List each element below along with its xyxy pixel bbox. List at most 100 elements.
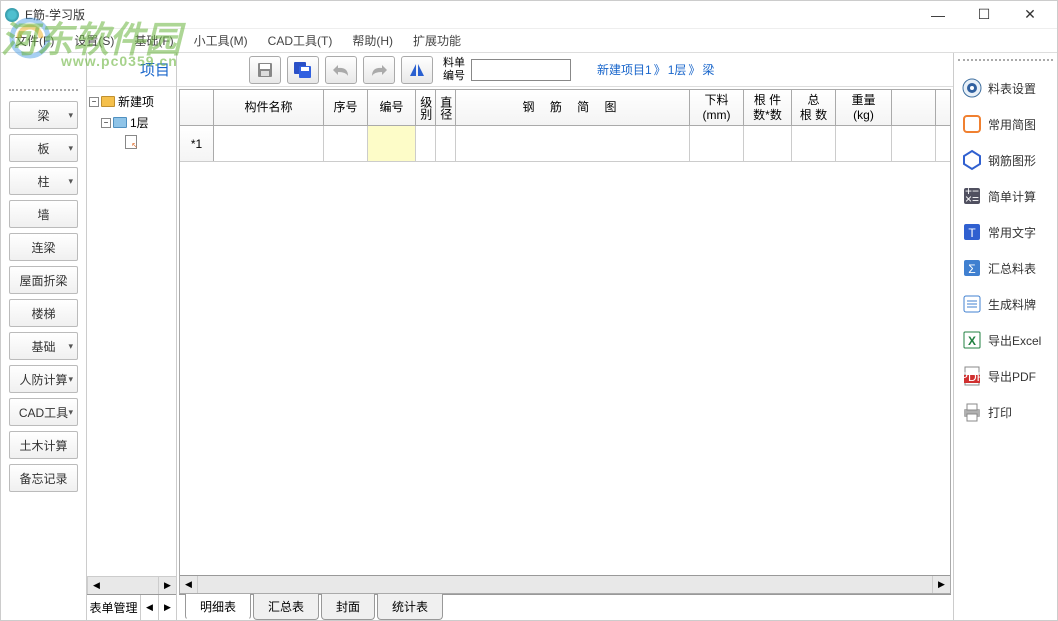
- category-button-5[interactable]: 屋面折梁: [9, 266, 78, 294]
- action-print[interactable]: 打印: [958, 397, 1053, 427]
- col-total[interactable]: 总 根 数: [792, 90, 836, 125]
- category-button-8[interactable]: 人防计算: [9, 365, 78, 393]
- svg-text:T: T: [968, 226, 976, 240]
- col-weight[interactable]: 重量 (kg): [836, 90, 892, 125]
- action-excel[interactable]: X导出Excel: [958, 325, 1053, 355]
- tree-node-doc[interactable]: [89, 133, 174, 151]
- category-button-2[interactable]: 柱: [9, 167, 78, 195]
- svg-text:Σ: Σ: [968, 262, 975, 276]
- category-button-1[interactable]: 板: [9, 134, 78, 162]
- scroll-left-icon[interactable]: ◀: [180, 576, 198, 593]
- scroll-right-icon[interactable]: ▶: [932, 576, 950, 593]
- row-number[interactable]: *1: [180, 126, 214, 161]
- save-as-button[interactable]: [287, 56, 319, 84]
- grid-cell[interactable]: [792, 126, 836, 161]
- scroll-track[interactable]: [198, 576, 932, 593]
- tree-node-floor[interactable]: − 1层: [89, 112, 174, 133]
- tree-node-project[interactable]: − 新建项: [89, 91, 174, 112]
- tab-detail[interactable]: 明细表: [185, 594, 251, 620]
- grid-cell[interactable]: [324, 126, 368, 161]
- menu-basic[interactable]: 基础(F): [124, 32, 183, 49]
- tree-footer-label[interactable]: 表单管理: [87, 599, 140, 616]
- action-doc-orange[interactable]: 常用简图: [958, 109, 1053, 139]
- action-label: 导出Excel: [988, 332, 1041, 349]
- document-icon: [125, 135, 137, 149]
- category-button-0[interactable]: 梁: [9, 101, 78, 129]
- col-extra[interactable]: [892, 90, 936, 125]
- titlebar: E筋-学习版 — ☐ ✕: [1, 1, 1057, 29]
- action-gear[interactable]: 料表设置: [958, 73, 1053, 103]
- minimize-button[interactable]: —: [915, 1, 961, 29]
- grid-cell[interactable]: [892, 126, 936, 161]
- save-button[interactable]: [249, 56, 281, 84]
- col-diameter[interactable]: 直径: [436, 90, 456, 125]
- col-level[interactable]: 级别: [416, 90, 436, 125]
- action-pdf[interactable]: PDF导出PDF: [958, 361, 1053, 391]
- table-row[interactable]: *1: [180, 126, 950, 162]
- doc-orange-icon: [960, 112, 984, 136]
- grid-hscroll[interactable]: ◀ ▶: [180, 575, 950, 593]
- action-label: 常用文字: [988, 224, 1036, 241]
- maximize-button[interactable]: ☐: [961, 1, 1007, 29]
- menu-help[interactable]: 帮助(H): [342, 32, 403, 49]
- undo-button[interactable]: [325, 56, 357, 84]
- tab-stats[interactable]: 统计表: [377, 594, 443, 620]
- project-tree[interactable]: − 新建项 − 1层: [87, 87, 176, 576]
- scroll-left-icon[interactable]: ◀: [87, 577, 105, 594]
- redo-button[interactable]: [363, 56, 395, 84]
- tab-cover[interactable]: 封面: [321, 594, 375, 620]
- tree-next-icon[interactable]: ▶: [158, 595, 176, 620]
- col-rownum[interactable]: [180, 90, 214, 125]
- col-cut[interactable]: 下料 (mm): [690, 90, 744, 125]
- grid-cell[interactable]: [214, 126, 324, 161]
- menu-file[interactable]: 文件(F): [5, 32, 64, 49]
- col-diagram[interactable]: 钢 筋 简 图: [456, 90, 690, 125]
- menu-ext[interactable]: 扩展功能: [403, 32, 471, 49]
- tree-hscroll[interactable]: ◀ ▶: [87, 576, 176, 594]
- col-component[interactable]: 构件名称: [214, 90, 324, 125]
- scroll-track[interactable]: [105, 577, 158, 594]
- action-list[interactable]: 生成料牌: [958, 289, 1053, 319]
- category-button-6[interactable]: 楼梯: [9, 299, 78, 327]
- action-text[interactable]: T 常用文字: [958, 217, 1053, 247]
- category-button-11[interactable]: 备忘记录: [9, 464, 78, 492]
- grid-cell[interactable]: [436, 126, 456, 161]
- action-sigma[interactable]: Σ汇总料表: [958, 253, 1053, 283]
- action-calc[interactable]: +−×=简单计算: [958, 181, 1053, 211]
- grid-cell[interactable]: [690, 126, 744, 161]
- category-button-3[interactable]: 墙: [9, 200, 78, 228]
- expand-icon[interactable]: −: [89, 97, 99, 107]
- bill-number-label: 料单 编号: [443, 57, 465, 81]
- tree-prev-icon[interactable]: ◀: [140, 595, 158, 620]
- col-rootpiece[interactable]: 根 件 数*数: [744, 90, 792, 125]
- close-button[interactable]: ✕: [1007, 1, 1053, 29]
- menu-cad[interactable]: CAD工具(T): [258, 32, 343, 49]
- scroll-right-icon[interactable]: ▶: [158, 577, 176, 594]
- grid-cell[interactable]: [744, 126, 792, 161]
- bill-number-input[interactable]: [471, 59, 571, 81]
- col-number[interactable]: 编号: [368, 90, 416, 125]
- breadcrumb-project[interactable]: 新建项目1: [597, 61, 652, 78]
- window-title: E筋-学习版: [25, 6, 915, 23]
- breadcrumb-category[interactable]: 梁: [702, 61, 714, 78]
- category-button-9[interactable]: CAD工具: [9, 398, 78, 426]
- grid-cell-active[interactable]: [368, 126, 416, 161]
- grid-cell[interactable]: [416, 126, 436, 161]
- grid-cell[interactable]: [836, 126, 892, 161]
- tab-summary[interactable]: 汇总表: [253, 594, 319, 620]
- mirror-button[interactable]: [401, 56, 433, 84]
- category-button-7[interactable]: 基础: [9, 332, 78, 360]
- col-seq[interactable]: 序号: [324, 90, 368, 125]
- category-button-10[interactable]: 土木计算: [9, 431, 78, 459]
- breadcrumb-floor[interactable]: 1层: [668, 61, 687, 78]
- print-icon: [960, 400, 984, 424]
- breadcrumb-sep: 》: [654, 61, 666, 78]
- grid-cell[interactable]: [456, 126, 690, 161]
- folder-open-icon: [113, 117, 127, 128]
- menu-settings[interactable]: 设置(S): [64, 32, 124, 49]
- action-hex[interactable]: 钢筋图形: [958, 145, 1053, 175]
- expand-icon[interactable]: −: [101, 118, 111, 128]
- menu-tools[interactable]: 小工具(M): [184, 32, 258, 49]
- grid-body[interactable]: *1: [180, 126, 950, 575]
- category-button-4[interactable]: 连梁: [9, 233, 78, 261]
